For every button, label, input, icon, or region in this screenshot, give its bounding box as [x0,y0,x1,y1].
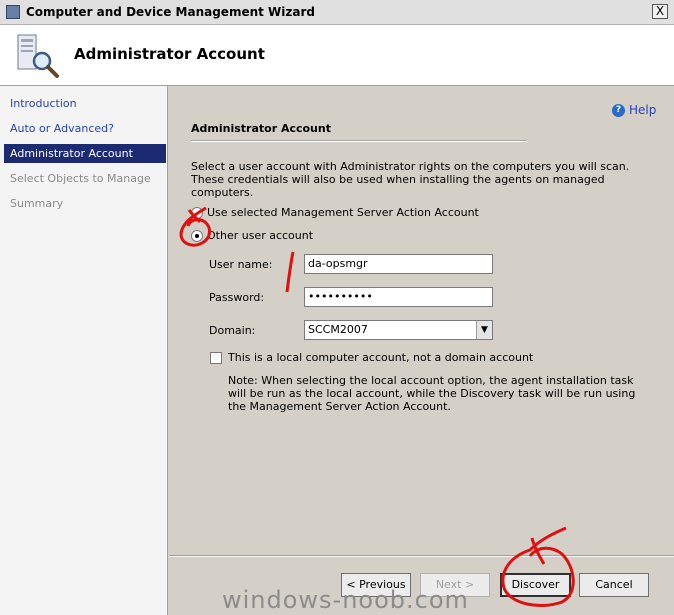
use-selected-account-radio[interactable] [191,207,203,219]
discover-button[interactable]: Discover [500,573,571,597]
password-label: Password: [209,291,265,304]
help-label: Help [629,103,657,117]
domain-label: Domain: [209,324,256,337]
username-input[interactable]: da-opsmgr [304,254,493,274]
domain-select-value: SCCM2007 [308,323,368,336]
nav-item-introduction[interactable]: Introduction [4,94,166,113]
nav-item-summary: Summary [10,197,64,210]
other-user-account-radio[interactable] [191,230,203,242]
question-icon: ? [612,104,625,117]
help-link[interactable]: ? Help [612,103,656,117]
local-account-checkbox[interactable] [210,352,222,364]
password-input[interactable]: •••••••••• [304,287,493,307]
wizard-content: ? Help Administrator Account Select a use… [169,86,674,615]
local-account-checkbox-label: This is a local computer account, not a … [228,351,534,364]
title-bar: Computer and Device Management Wizard X [0,0,674,25]
close-button[interactable]: X [652,4,668,19]
use-selected-account-label: Use selected Management Server Action Ac… [207,206,479,219]
local-account-note: Note: When selecting the local account o… [228,374,636,413]
section-title: Administrator Account [191,122,331,135]
cancel-button[interactable]: Cancel [579,573,649,597]
other-user-account-label: Other user account [207,229,314,242]
page-title: Administrator Account [74,45,265,63]
wizard-header: Administrator Account [0,25,674,86]
section-divider [191,140,527,142]
nav-item-auto-or-advanced[interactable]: Auto or Advanced? [4,119,166,138]
computer-search-icon [17,34,59,78]
chevron-down-icon[interactable]: ▼ [476,321,492,339]
domain-select[interactable]: SCCM2007 ▼ [304,320,493,340]
wizard-steps-nav: Introduction Auto or Advanced? Administr… [0,86,168,615]
nav-item-select-objects: Select Objects to Manage [10,172,151,185]
username-label: User name: [209,258,273,271]
footer-divider [169,555,674,557]
nav-item-administrator-account[interactable]: Administrator Account [4,144,166,163]
watermark: windows-noob.com [222,586,469,614]
section-description: Select a user account with Administrator… [191,160,630,199]
wizard-app-icon [6,5,20,19]
window-title: Computer and Device Management Wizard [26,5,315,19]
